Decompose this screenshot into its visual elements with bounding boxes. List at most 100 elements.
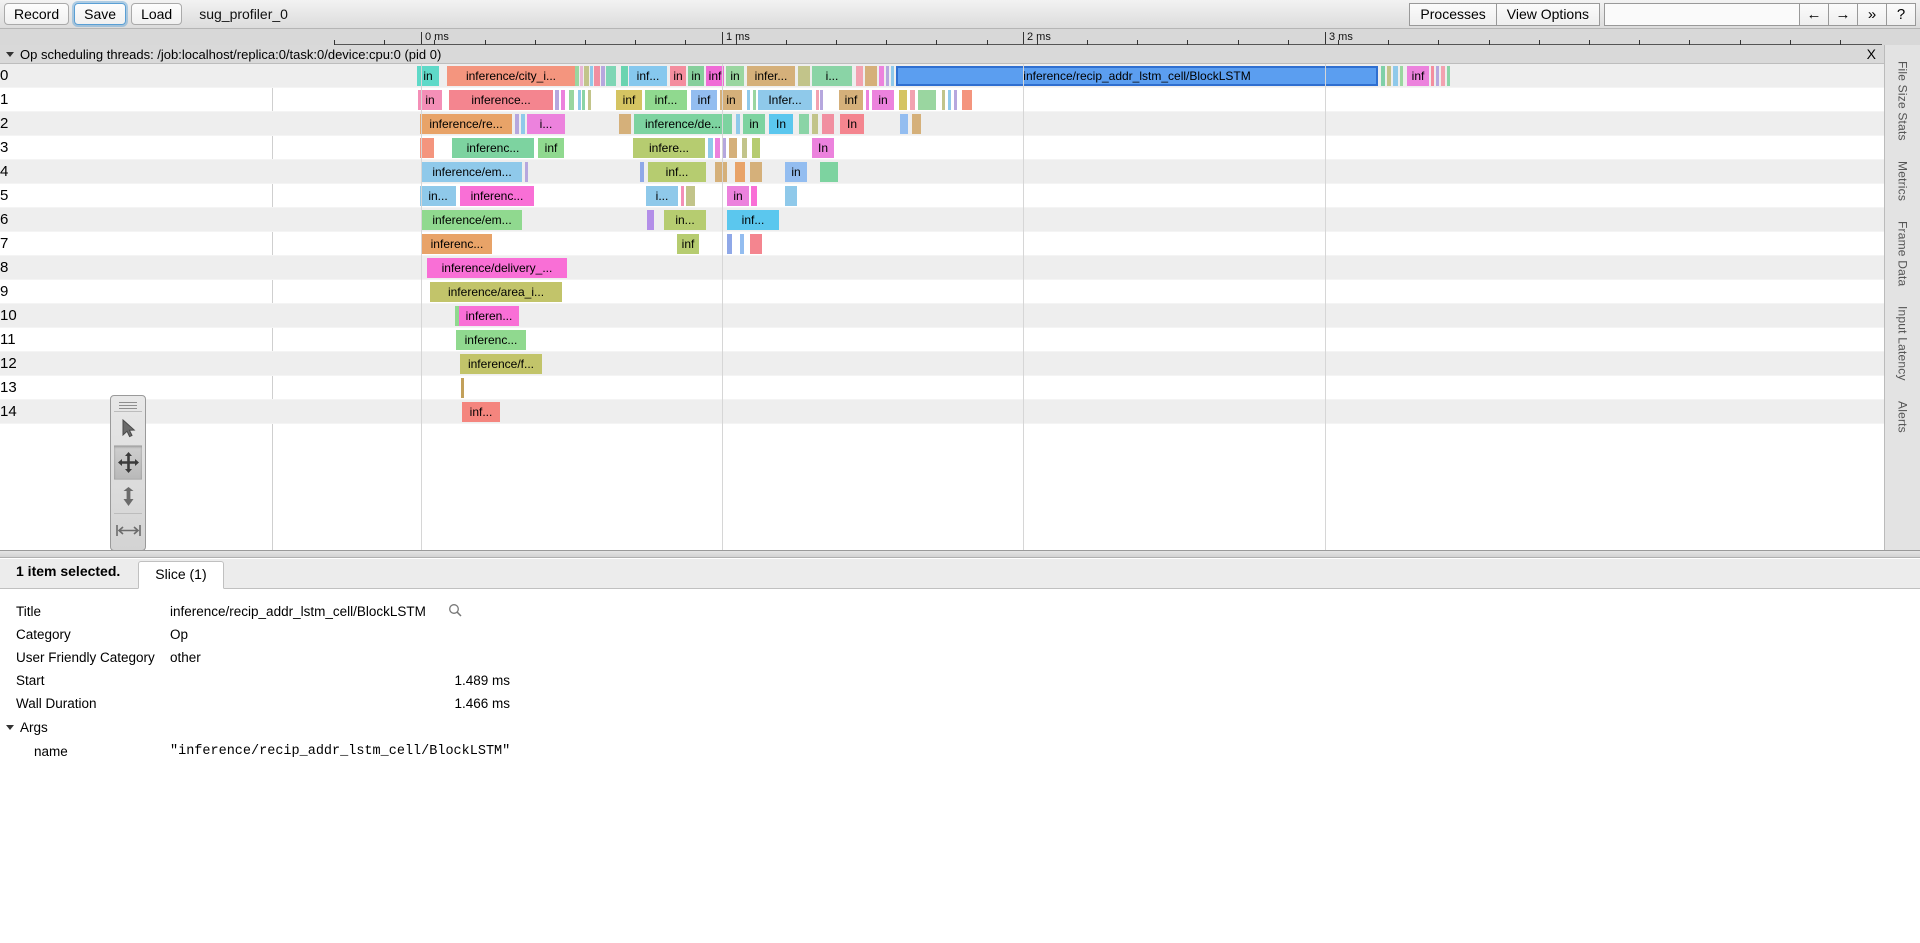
trace-slice[interactable] (561, 90, 565, 110)
sidebar-tab-alerts[interactable]: Alerts (1896, 391, 1910, 443)
trace-slice[interactable] (715, 138, 720, 158)
trace-slice[interactable] (580, 66, 583, 86)
sidebar-tab-frame-data[interactable]: Frame Data (1896, 211, 1910, 296)
trace-slice[interactable] (588, 90, 591, 110)
search-next-icon[interactable]: → (1828, 2, 1858, 26)
track-canvas[interactable]: in inference/city_i... inf... in in inf in infe… (272, 64, 1884, 88)
trace-slice[interactable] (722, 138, 726, 158)
trace-slice[interactable]: inf... (645, 90, 687, 110)
trace-slice[interactable]: inferenc... (460, 186, 534, 206)
trace-slice[interactable] (942, 90, 945, 110)
select-mode-button[interactable] (114, 411, 142, 445)
trace-slice[interactable] (715, 162, 727, 182)
trace-slice[interactable]: in (670, 66, 686, 86)
track-row[interactable]: 0 in inference/city_i... inf... in in inf in inf… (0, 64, 1884, 88)
trace-slice[interactable]: inference/em... (422, 210, 522, 230)
track-area[interactable]: 0 in inference/city_i... inf... in in inf in inf… (0, 64, 1884, 550)
trace-slice[interactable] (525, 162, 528, 182)
trace-slice[interactable]: in (872, 90, 894, 110)
trace-slice[interactable] (736, 114, 740, 134)
sidebar-tab-metrics[interactable]: Metrics (1896, 151, 1910, 211)
trace-slice[interactable] (816, 90, 819, 110)
track-canvas[interactable]: inference/em... in... inf... (272, 208, 1884, 232)
expand-triangle-icon[interactable] (6, 51, 14, 57)
trace-slice[interactable] (601, 66, 605, 86)
trace-slice[interactable]: inferenc... (422, 234, 492, 254)
trace-slice[interactable] (1387, 66, 1391, 86)
trace-slice[interactable] (785, 186, 797, 206)
trace-slice[interactable] (729, 138, 737, 158)
trace-slice[interactable] (735, 162, 745, 182)
trace-slice[interactable] (584, 66, 589, 86)
trace-slice[interactable]: inf (677, 234, 699, 254)
sidebar-tab-input-latency[interactable]: Input Latency (1896, 296, 1910, 391)
track-row[interactable]: 8 inference/delivery_... (0, 256, 1884, 280)
trace-slice[interactable]: inf (839, 90, 863, 110)
track-canvas[interactable]: inferenc... (272, 328, 1884, 352)
track-canvas[interactable]: inference/re... i... inference/de... in In In (272, 112, 1884, 136)
args-header[interactable]: Args (0, 715, 1920, 739)
trace-slice[interactable] (1436, 66, 1439, 86)
trace-slice[interactable] (820, 90, 823, 110)
trace-slice[interactable]: inferenc... (452, 138, 534, 158)
trace-slice[interactable]: in (720, 90, 742, 110)
trace-slice[interactable]: inf (538, 138, 564, 158)
process-group-header[interactable]: Op scheduling threads: /job:localhost/re… (0, 45, 1920, 64)
trace-slice[interactable]: inf (691, 90, 717, 110)
trace-slice[interactable] (879, 66, 884, 86)
save-button[interactable]: Save (74, 3, 127, 25)
trace-slice[interactable]: inf... (629, 66, 667, 86)
trace-slice[interactable] (910, 90, 915, 110)
track-row[interactable]: 4 inference/em... inf... in (0, 160, 1884, 184)
track-row[interactable]: 6 inference/em... in... inf... (0, 208, 1884, 232)
track-canvas[interactable]: inferen... (272, 304, 1884, 328)
track-canvas[interactable]: inf... (272, 400, 1884, 424)
trace-slice[interactable] (1447, 66, 1450, 86)
trace-slice[interactable] (647, 210, 654, 230)
trace-slice[interactable] (1381, 66, 1385, 86)
sidebar-tab-file-size-stats[interactable]: File Size Stats (1896, 51, 1910, 151)
track-row[interactable]: 2 inference/re... i... inference/de... in In I… (0, 112, 1884, 136)
trace-slice[interactable] (865, 66, 877, 86)
trace-slice[interactable] (891, 66, 894, 86)
trace-slice[interactable]: In (769, 114, 793, 134)
nav-mode-toolbar[interactable] (110, 395, 146, 551)
track-row[interactable]: 13 (0, 376, 1884, 400)
trace-slice[interactable] (686, 186, 695, 206)
trace-slice[interactable]: in... (420, 186, 456, 206)
tab-slice[interactable]: Slice (1) (138, 561, 224, 589)
trace-slice[interactable] (747, 90, 750, 110)
trace-slice[interactable]: inferen... (459, 306, 519, 326)
trace-slice[interactable] (740, 234, 744, 254)
trace-slice[interactable]: inf... (462, 402, 500, 422)
trace-slice[interactable]: In (840, 114, 864, 134)
trace-slice[interactable]: In (812, 138, 834, 158)
trace-slice[interactable]: Infer... (758, 90, 812, 110)
trace-slice[interactable] (708, 138, 713, 158)
args-triangle-icon[interactable] (6, 724, 14, 730)
trace-slice[interactable] (899, 90, 907, 110)
trace-slice[interactable] (555, 90, 559, 110)
trace-slice[interactable] (1441, 66, 1445, 86)
trace-slice[interactable]: inference/city_i... (447, 66, 575, 86)
trace-slice[interactable]: inference/recip_addr_lstm_cell/BlockLSTM (896, 66, 1378, 86)
load-button[interactable]: Load (131, 3, 183, 25)
trace-slice[interactable]: in (688, 66, 704, 86)
track-canvas[interactable]: inference/delivery_... (272, 256, 1884, 280)
trace-slice[interactable]: infere... (633, 138, 705, 158)
track-canvas[interactable]: inference/f... (272, 352, 1884, 376)
track-canvas[interactable]: in inference... inf inf... inf in Infer... inf i… (272, 88, 1884, 112)
trace-slice[interactable] (822, 114, 834, 134)
trace-slice[interactable] (621, 66, 628, 86)
track-row[interactable]: 1 in inference... inf inf... inf in Infer... inf… (0, 88, 1884, 112)
trace-slice[interactable] (640, 162, 644, 182)
processes-button[interactable]: Processes (1409, 2, 1497, 26)
trace-slice[interactable]: in (743, 114, 765, 134)
trace-slice[interactable]: inference/re... (420, 114, 512, 134)
track-canvas[interactable]: in... inferenc... i... in (272, 184, 1884, 208)
trace-slice[interactable] (521, 114, 525, 134)
trace-slice[interactable]: infer... (747, 66, 795, 86)
record-button[interactable]: Record (4, 3, 70, 25)
search-magnifier-icon[interactable] (448, 603, 462, 620)
track-row[interactable]: 14 inf... (0, 400, 1884, 424)
